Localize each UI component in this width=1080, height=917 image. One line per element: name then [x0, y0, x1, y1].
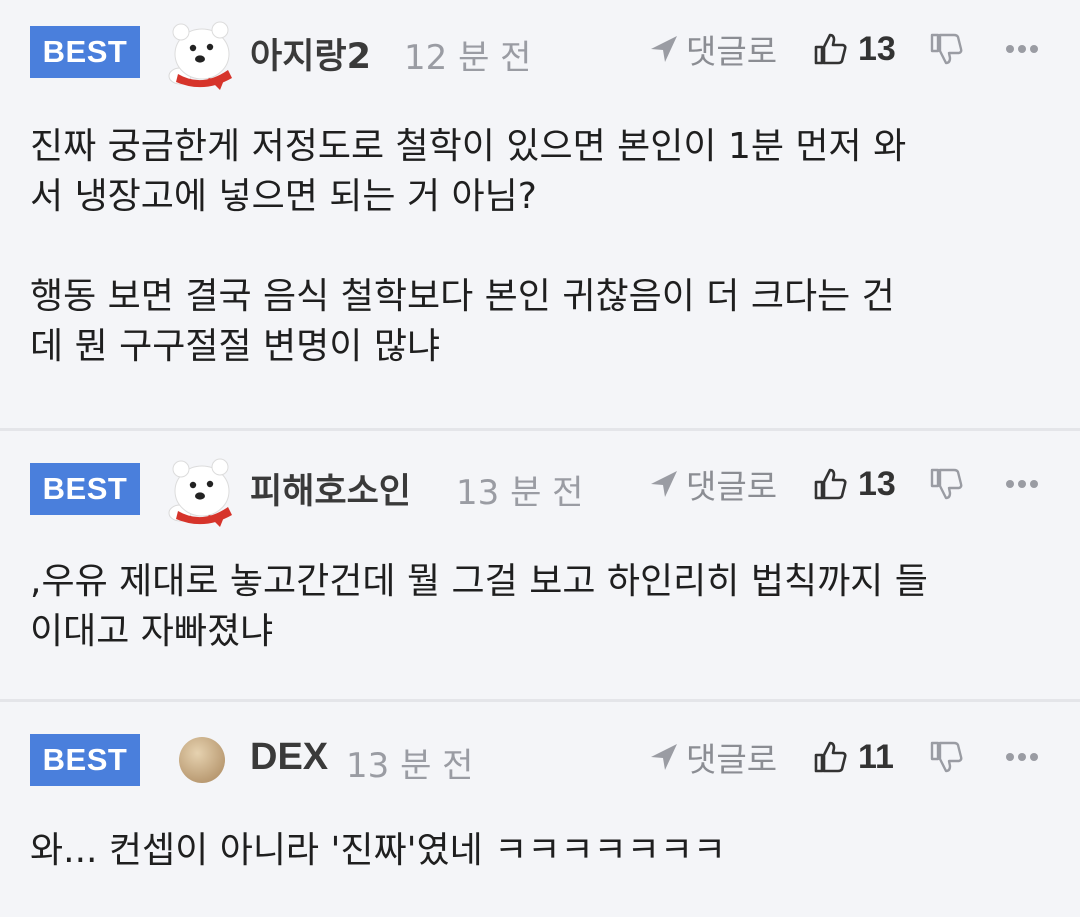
- comment-meta: BEST 아지랑2 12 분 전 댓글로 13: [0, 0, 1080, 100]
- more-options-button[interactable]: [1004, 459, 1040, 509]
- reply-arrow-icon: [651, 744, 677, 770]
- reply-label: 댓글로: [686, 32, 778, 71]
- reply-button[interactable]: 댓글로: [648, 732, 777, 782]
- comment-body: 와... 컨셉이 아니라 '진짜'였네 ㅋㅋㅋㅋㅋㅋㅋ: [30, 826, 1050, 876]
- polar-bear-avatar[interactable]: [162, 451, 242, 531]
- reply-button[interactable]: 댓글로: [648, 459, 777, 509]
- comment-time: 13 분 전: [456, 473, 584, 513]
- comment-meta: BEST 피해호소인 13 분 전 댓글로 13: [0, 431, 1080, 531]
- comment-time: 13 분 전: [346, 746, 474, 786]
- comment-body: 진짜 궁금한게 저정도로 철학이 있으면 본인이 1분 먼저 와 서 냉장고에 …: [30, 122, 1050, 372]
- like-button[interactable]: 11: [812, 732, 894, 782]
- thumbs-up-icon: [814, 33, 847, 65]
- author-name[interactable]: DEX: [250, 736, 328, 779]
- comment-item: BEST 피해호소인 13 분 전 댓글로 13 ,우유 제대로 놓고간건데 뭘…: [0, 431, 1080, 699]
- comment-paragraph: ,우유 제대로 놓고간건데 뭘 그걸 보고 하인리히 법칙까지 들 이대고 자빠…: [30, 561, 928, 652]
- dislike-button[interactable]: [928, 459, 964, 509]
- more-dots-icon: [1006, 45, 1038, 53]
- comment-paragraph: 행동 보면 결국 음식 철학보다 본인 귀찮음이 더 크다는 건 데 뭔 구구절…: [30, 276, 895, 367]
- dislike-button[interactable]: [928, 732, 964, 782]
- comment-item: BEST 아지랑2 12 분 전 댓글로 13 진짜 궁금한게 저정도로 철학이…: [0, 0, 1080, 428]
- more-dots-icon: [1006, 753, 1038, 761]
- thumbs-down-icon: [930, 468, 963, 500]
- best-badge: BEST: [30, 26, 140, 78]
- polar-bear-avatar[interactable]: [162, 14, 242, 94]
- thumbs-down-icon: [930, 741, 963, 773]
- reply-label: 댓글로: [686, 740, 778, 779]
- comment-item: BEST DEX 13 분 전 댓글로 11 와... 컨셉이 아니라 '진짜'…: [0, 702, 1080, 917]
- comment-meta: BEST DEX 13 분 전 댓글로 11: [0, 702, 1080, 802]
- reply-arrow-icon: [651, 471, 677, 497]
- dislike-button[interactable]: [928, 24, 964, 74]
- author-name[interactable]: 아지랑2: [250, 28, 371, 79]
- more-options-button[interactable]: [1004, 24, 1040, 74]
- reply-button[interactable]: 댓글로: [648, 24, 777, 74]
- like-count: 13: [858, 29, 896, 68]
- more-options-button[interactable]: [1004, 732, 1040, 782]
- author-name[interactable]: 피해호소인: [250, 463, 411, 514]
- like-button[interactable]: 13: [812, 459, 896, 509]
- like-count: 11: [858, 737, 894, 776]
- thumbs-up-icon: [814, 741, 847, 773]
- thumbs-up-icon: [814, 468, 847, 500]
- comment-body: ,우유 제대로 놓고간건데 뭘 그걸 보고 하인리히 법칙까지 들 이대고 자빠…: [30, 557, 1050, 657]
- best-badge: BEST: [30, 463, 140, 515]
- like-count: 13: [858, 464, 896, 503]
- thumbs-down-icon: [930, 33, 963, 65]
- comment-paragraph: 진짜 궁금한게 저정도로 철학이 있으면 본인이 1분 먼저 와 서 냉장고에 …: [30, 126, 907, 217]
- comment-paragraph: 와... 컨셉이 아니라 '진짜'였네 ㅋㅋㅋㅋㅋㅋㅋ: [30, 830, 727, 871]
- best-badge: BEST: [30, 734, 140, 786]
- beige-circle-avatar[interactable]: [162, 720, 242, 800]
- reply-label: 댓글로: [686, 467, 778, 506]
- comment-time: 12 분 전: [404, 38, 532, 78]
- like-button[interactable]: 13: [812, 24, 896, 74]
- reply-arrow-icon: [651, 36, 677, 62]
- more-dots-icon: [1006, 480, 1038, 488]
